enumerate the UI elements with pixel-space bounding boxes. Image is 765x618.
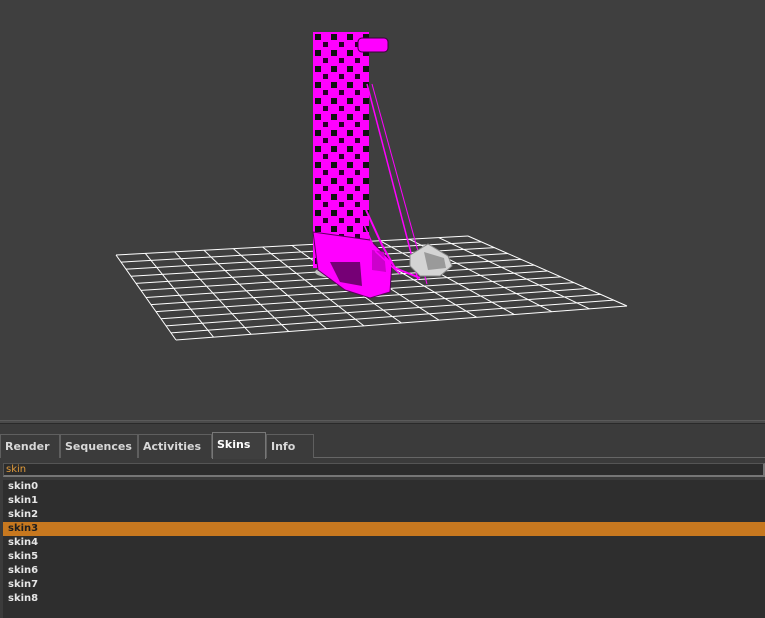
skin-filter-input[interactable] xyxy=(3,463,765,477)
tab-render[interactable]: Render xyxy=(0,434,60,458)
tab-sequences[interactable]: Sequences xyxy=(60,434,138,458)
grid-line xyxy=(170,299,614,334)
grid-line xyxy=(175,305,628,341)
skin-list-item-selected[interactable]: skin3 xyxy=(3,522,765,536)
skin-list-item[interactable]: skin0 xyxy=(3,480,765,494)
skin-model xyxy=(312,32,453,299)
skin-list-item[interactable]: skin7 xyxy=(3,578,765,592)
skin-list-item[interactable]: skin1 xyxy=(3,494,765,508)
tab-info[interactable]: Info xyxy=(266,434,314,458)
tab-activities[interactable]: Activities xyxy=(138,434,212,458)
grid-line xyxy=(438,237,590,310)
tab-bar: Render Sequences Activities Skins Info xyxy=(0,432,765,459)
3d-viewport[interactable] xyxy=(0,0,765,420)
model-preview xyxy=(115,32,628,341)
control-panel: Render Sequences Activities Skins Info s… xyxy=(0,424,765,618)
grid-line xyxy=(379,240,515,315)
skin-list-item[interactable]: skin5 xyxy=(3,550,765,564)
skin-list-item[interactable]: skin6 xyxy=(3,564,765,578)
skin-list-item[interactable]: skin4 xyxy=(3,536,765,550)
tab-skins[interactable]: Skins xyxy=(212,432,266,459)
skin-list-item[interactable]: skin8 xyxy=(3,592,765,606)
skin-list-item[interactable]: skin2 xyxy=(3,508,765,522)
skin-list[interactable]: skin0 skin1 skin2 skin3 skin4 skin5 skin… xyxy=(3,480,765,618)
